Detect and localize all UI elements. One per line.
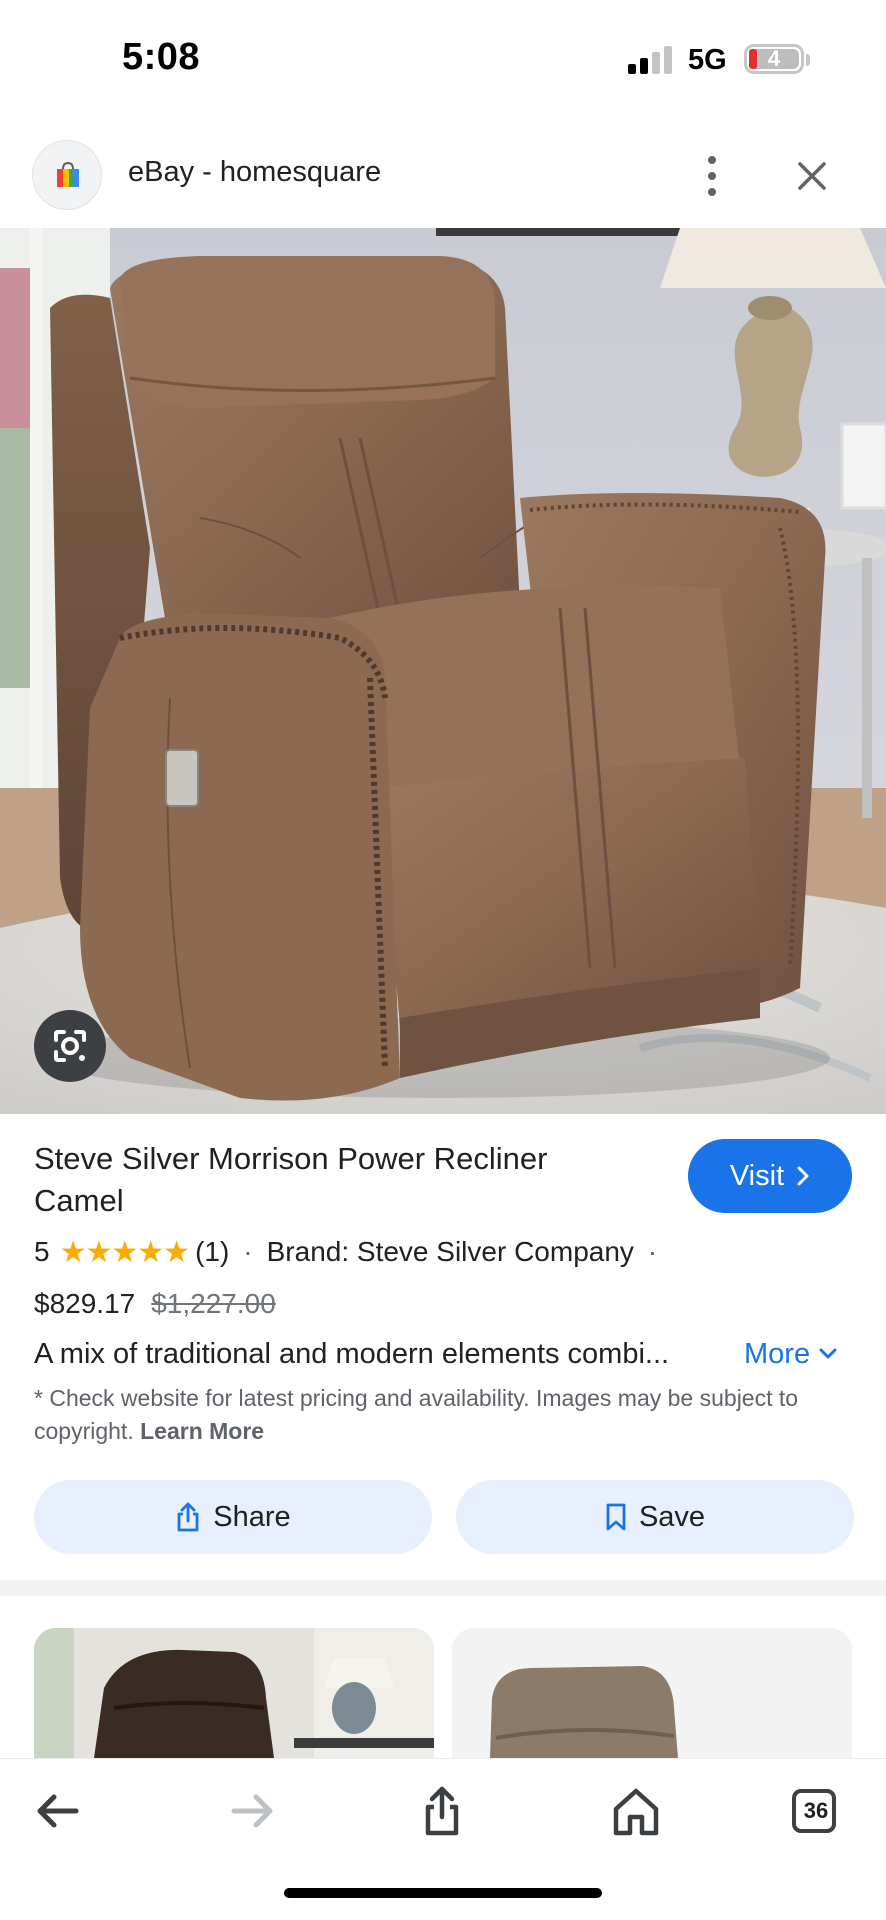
related-item-card[interactable] xyxy=(452,1628,852,1758)
related-item-image xyxy=(452,1628,852,1758)
tabs-button[interactable]: 36 xyxy=(792,1781,860,1841)
signal-icon xyxy=(628,46,674,74)
separator-dot: · xyxy=(243,1236,253,1267)
battery-level: 4 xyxy=(767,46,781,71)
back-arrow-icon[interactable] xyxy=(28,1781,88,1841)
more-label: More xyxy=(744,1337,811,1370)
visit-button[interactable]: Visit xyxy=(688,1139,852,1213)
shopping-bag-icon xyxy=(57,161,79,187)
close-icon[interactable] xyxy=(792,156,832,196)
learn-more-link[interactable]: Learn More xyxy=(140,1418,264,1444)
visit-label: Visit xyxy=(729,1159,785,1192)
save-label: Save xyxy=(638,1500,706,1533)
battery-icon: 4 xyxy=(744,44,804,74)
share-icon xyxy=(177,1502,199,1532)
forward-arrow-icon[interactable] xyxy=(222,1781,282,1841)
share-button[interactable]: Share xyxy=(34,1480,432,1554)
rating-value: 5 xyxy=(34,1236,50,1267)
description-row: A mix of traditional and modern elements… xyxy=(34,1334,854,1374)
site-title: eBay - homesquare xyxy=(128,156,382,188)
separator-dot: · xyxy=(647,1236,658,1267)
star-rating-icon: ★★★★★ xyxy=(59,1235,190,1269)
save-button[interactable]: Save xyxy=(456,1480,854,1554)
network-label: 5G xyxy=(688,44,727,76)
recliner-photo xyxy=(0,228,886,1114)
site-header: eBay - homesquare xyxy=(0,128,886,228)
review-count[interactable]: (1) xyxy=(195,1236,229,1268)
price-original: $1,227.00 xyxy=(151,1288,276,1319)
brand-label: Brand: Steve Silver Company xyxy=(266,1236,634,1267)
more-vert-icon[interactable] xyxy=(700,154,724,198)
share-icon[interactable] xyxy=(412,1781,472,1841)
disclaimer: * Check website for latest pricing and a… xyxy=(34,1382,854,1448)
share-label: Share xyxy=(213,1500,291,1533)
product-description: A mix of traditional and modern elements… xyxy=(34,1337,670,1370)
status-time: 5:08 xyxy=(122,36,201,78)
site-favicon xyxy=(32,140,102,210)
google-lens-button[interactable] xyxy=(34,1010,106,1082)
related-item-image xyxy=(34,1628,434,1758)
price-row: $829.17 $1,227.00 xyxy=(34,1284,276,1324)
tab-count: 36 xyxy=(803,1798,829,1823)
home-indicator[interactable] xyxy=(284,1888,602,1898)
home-icon[interactable] xyxy=(606,1781,666,1841)
bookmark-icon xyxy=(606,1503,626,1531)
status-bar: 5:08 5G 4 xyxy=(0,0,886,120)
product-title[interactable]: Steve Silver Morrison Power Recliner Cam… xyxy=(34,1138,644,1222)
rating-row: 5 ★★★★★ (1) · Brand: Steve Silver Compan… xyxy=(34,1232,671,1272)
related-item-card[interactable] xyxy=(34,1628,434,1758)
battery-tip xyxy=(806,54,810,66)
more-button[interactable]: More xyxy=(744,1338,838,1371)
chevron-down-icon xyxy=(819,1348,837,1359)
section-divider xyxy=(0,1580,886,1596)
chevron-right-icon xyxy=(797,1166,809,1186)
product-image[interactable] xyxy=(0,228,886,1114)
price-current: $829.17 xyxy=(34,1288,136,1319)
google-lens-icon xyxy=(54,1030,86,1062)
